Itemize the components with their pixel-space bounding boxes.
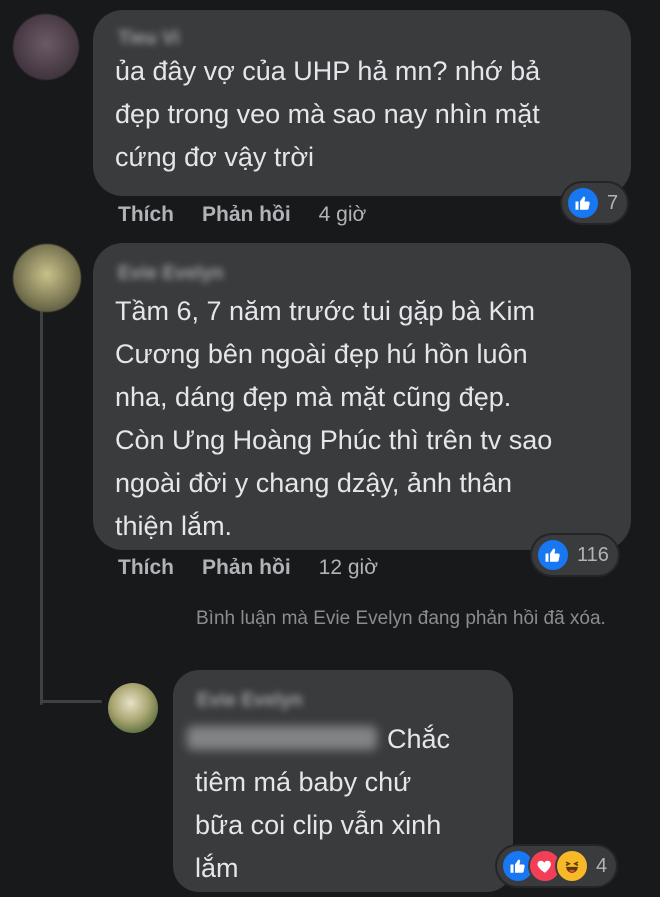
- comment-bubble: Tieu Vi ủa đây vợ của UHP hả mn? nhớ bả …: [93, 10, 631, 196]
- avatar[interactable]: [108, 683, 158, 733]
- like-button[interactable]: Thích: [118, 203, 174, 227]
- haha-icon: [555, 849, 589, 883]
- comment-actions: Thích Phản hồi 4 giờ: [118, 203, 366, 227]
- comment-bubble: Evie Evelyn Chắc tiêm má baby chứ bữa co…: [173, 670, 513, 892]
- reaction-count: 4: [596, 854, 608, 877]
- comment-text: ủa đây vợ của UHP hả mn? nhớ bả đẹp tron…: [115, 56, 541, 172]
- comment-author[interactable]: Evie Evelyn: [197, 690, 303, 712]
- reaction-count: 116: [577, 543, 609, 566]
- avatar[interactable]: [13, 14, 79, 80]
- avatar[interactable]: [13, 244, 81, 312]
- like-button[interactable]: Thích: [118, 556, 174, 580]
- timestamp[interactable]: 4 giờ: [319, 203, 367, 227]
- reply-button[interactable]: Phản hồi: [202, 203, 291, 227]
- redacted-mention: [187, 726, 377, 750]
- timestamp[interactable]: 12 giờ: [319, 556, 378, 580]
- thread-line: [40, 305, 43, 705]
- reaction-summary[interactable]: 116: [532, 535, 618, 575]
- thread-connector: [40, 700, 102, 703]
- reply-text-start: Chắc: [387, 724, 451, 754]
- like-icon: [566, 186, 600, 220]
- reaction-summary[interactable]: 7: [562, 183, 628, 223]
- like-icon: [536, 538, 570, 572]
- reaction-summary[interactable]: 4: [497, 846, 617, 886]
- comment-text: Tầm 6, 7 năm trước tui gặp bà Kim Cương …: [115, 296, 553, 541]
- reply-button[interactable]: Phản hồi: [202, 556, 291, 580]
- comment-author[interactable]: Tieu Vi: [118, 28, 180, 50]
- comment-actions: Thích Phản hồi 12 giờ: [118, 556, 378, 580]
- deleted-comment-note: Bình luận mà Evie Evelyn đang phản hồi đ…: [196, 608, 606, 629]
- comment-author[interactable]: Evie Evelyn: [118, 263, 224, 285]
- reply-text: tiêm má baby chứ bữa coi clip vẫn xinh l…: [195, 767, 442, 883]
- comment-bubble: Evie Evelyn Tầm 6, 7 năm trước tui gặp b…: [93, 243, 631, 550]
- reaction-count: 7: [607, 191, 619, 214]
